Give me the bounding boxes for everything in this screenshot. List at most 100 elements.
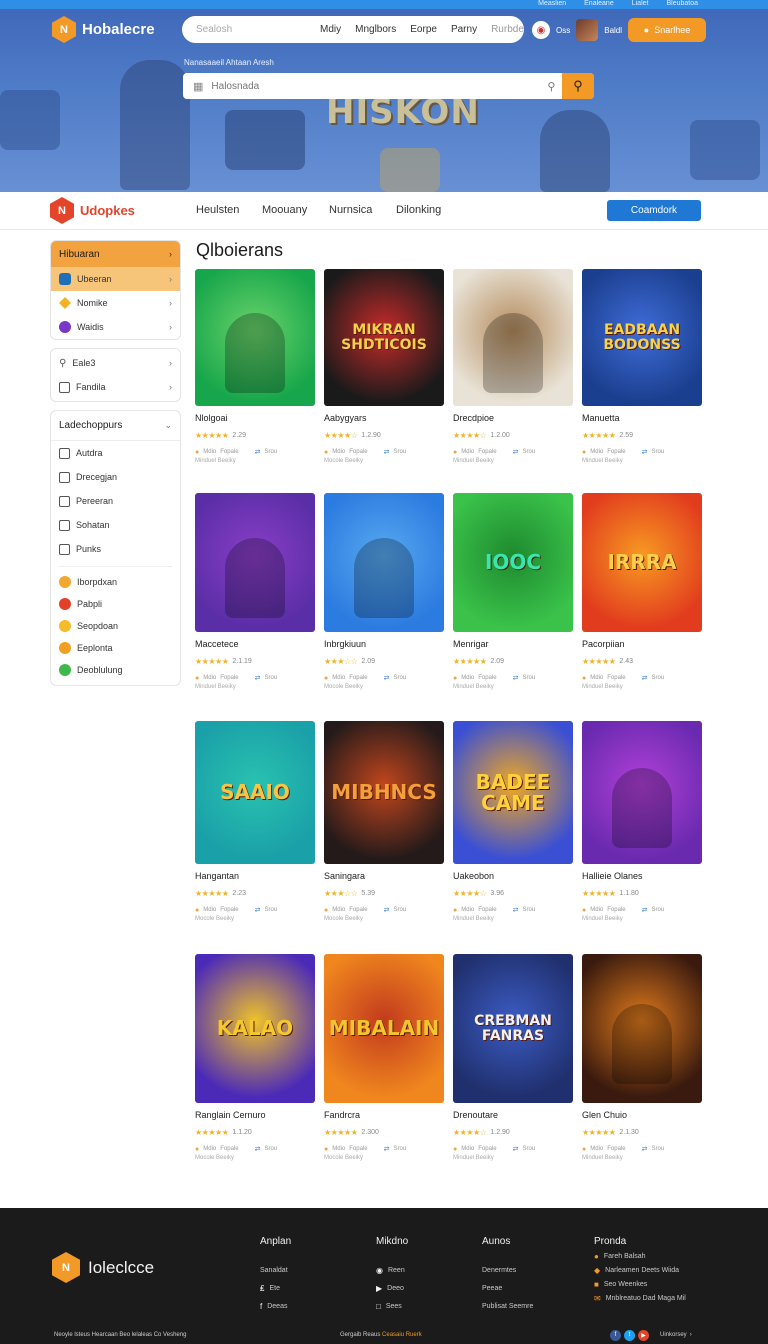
game-title[interactable]: Maccetece <box>195 639 315 651</box>
game-thumbnail[interactable] <box>582 721 702 864</box>
category-item[interactable]: Drecegjan <box>51 465 180 489</box>
primary-action-button[interactable]: Coamdork <box>607 200 701 221</box>
categories-header[interactable]: Ladechoppurs ⌄ <box>51 411 180 441</box>
footer-brand[interactable]: N Ioleclcce <box>52 1252 154 1283</box>
game-thumbnail[interactable]: BADEE CAME <box>453 721 573 864</box>
game-title[interactable]: Manuetta <box>582 413 702 425</box>
footer-link[interactable]: □ Sees <box>376 1297 408 1315</box>
nav-link[interactable]: Mnglbors <box>355 24 396 35</box>
footer-link[interactable]: ● Fareh Balsah <box>594 1249 686 1263</box>
share-icon[interactable]: ⇄ <box>384 1145 390 1153</box>
game-title[interactable]: Glen Chuio <box>582 1110 702 1122</box>
share-icon[interactable]: ⇄ <box>255 1145 261 1153</box>
game-title[interactable]: Menrigar <box>453 639 573 651</box>
secondary-link[interactable]: Moouany <box>262 204 329 216</box>
game-title[interactable]: Saningara <box>324 871 444 883</box>
secondary-link[interactable]: Nurnsica <box>329 204 396 216</box>
site-brand[interactable]: N Hobalecre <box>52 16 155 43</box>
share-icon[interactable]: ⇄ <box>255 906 261 914</box>
game-thumbnail[interactable]: MIBALAIN <box>324 954 444 1103</box>
share-icon[interactable]: ⇄ <box>513 906 519 914</box>
game-thumbnail[interactable] <box>195 269 315 406</box>
search-button[interactable]: ⚲ <box>562 73 594 99</box>
footer-link[interactable]: Publisat Seemre <box>482 1297 533 1315</box>
nav-link[interactable]: Eorpe <box>410 24 437 35</box>
category-item[interactable]: Sohatan <box>51 513 180 537</box>
game-title[interactable]: Hangantan <box>195 871 315 883</box>
avatar[interactable] <box>576 19 599 41</box>
game-card[interactable]: Inbrgkiuun ★★★☆☆ 2.09 ● Mdio Fopale ⇄ Srou Mocol… <box>324 493 444 693</box>
share-icon[interactable]: ⇄ <box>642 1145 648 1153</box>
footer-link[interactable]: Denermtes <box>482 1261 533 1279</box>
nav-link[interactable]: Mdiy <box>320 24 341 35</box>
share-icon[interactable]: ⇄ <box>384 674 390 682</box>
secondary-link[interactable]: Dilonking <box>396 204 466 216</box>
twitter-icon[interactable]: t <box>624 1329 635 1341</box>
game-card[interactable]: Nlolgoai ★★★★★ 2.29 ● Mdio Fopale ⇄ Srou Minduel… <box>195 269 315 467</box>
footer-link[interactable]: ◆ Narleamen Deets Wiida <box>594 1263 686 1277</box>
category-item[interactable]: Autdra <box>51 441 180 465</box>
language-selector[interactable]: Uinkorsey <box>660 1332 687 1338</box>
game-title[interactable]: Aabygyars <box>324 413 444 425</box>
game-thumbnail[interactable]: IOOC <box>453 493 573 632</box>
signup-button[interactable]: ● Snarlhee <box>628 18 706 42</box>
share-icon[interactable]: ⇄ <box>384 448 390 456</box>
search-input[interactable] <box>211 80 542 92</box>
sidebar-item[interactable]: Nomike › <box>51 291 180 315</box>
game-title[interactable]: Drecdpioe <box>453 413 573 425</box>
game-card[interactable]: CREBMAN FANRAS Drenoutare ★★★★☆ 1.2.90 ● Mdio… <box>453 954 573 1164</box>
game-thumbnail[interactable]: EADBAAN BODONSS <box>582 269 702 406</box>
game-thumbnail[interactable] <box>195 493 315 632</box>
game-title[interactable]: Drenoutare <box>453 1110 573 1122</box>
game-card[interactable]: Maccetece ★★★★★ 2.1.19 ● Mdio Fopale ⇄ Srou Mind… <box>195 493 315 693</box>
game-title[interactable]: Fandrcra <box>324 1110 444 1122</box>
bottom-link-highlight[interactable]: Ceasaiu Ruerk <box>382 1332 422 1338</box>
game-card[interactable]: Hallieie Olanes ★★★★★ 1.1.80 ● Mdio Fopale ⇄ Sr… <box>582 721 702 925</box>
game-title[interactable]: Ranglain Cernuro <box>195 1110 315 1122</box>
footer-link[interactable]: ₤ Ete <box>260 1279 291 1297</box>
game-card[interactable]: MIKRAN SHDTICOIS Aabygyars ★★★★☆ 1.2.90 ● Mdi… <box>324 269 444 467</box>
game-card[interactable]: IRRRA Pacorpiian ★★★★★ 2.43 ● Mdio Fopale ⇄ Srou… <box>582 493 702 693</box>
tag-item[interactable]: Eeplonta <box>51 637 180 659</box>
youtube-icon[interactable]: ▶ <box>638 1329 649 1341</box>
share-icon[interactable]: ⇄ <box>513 674 519 682</box>
bottom-link[interactable]: Gergaib Reaus <box>340 1332 380 1338</box>
footer-link[interactable]: ■ Seo Weenkes <box>594 1277 686 1291</box>
tag-item[interactable]: Deoblulung <box>51 659 180 681</box>
game-thumbnail[interactable]: MIKRAN SHDTICOIS <box>324 269 444 406</box>
user-name[interactable]: Baldl <box>604 26 622 35</box>
game-card[interactable]: MIBALAIN Fandrcra ★★★★★ 2.300 ● Mdio Fopale ⇄ Sr… <box>324 954 444 1164</box>
nav-link[interactable]: Parny <box>451 24 477 35</box>
game-title[interactable]: Pacorpiian <box>582 639 702 651</box>
featured-header[interactable]: Hibuaran › <box>51 241 180 267</box>
facebook-icon[interactable]: f <box>610 1329 621 1341</box>
footer-link[interactable]: f Deeas <box>260 1297 291 1315</box>
share-icon[interactable]: ⇄ <box>642 674 648 682</box>
share-icon[interactable]: ⇄ <box>642 906 648 914</box>
game-thumbnail[interactable]: CREBMAN FANRAS <box>453 954 573 1103</box>
top-link[interactable]: Bleubatoa <box>666 0 698 8</box>
secondary-brand[interactable]: N Udopkes <box>50 197 135 224</box>
game-thumbnail[interactable] <box>582 954 702 1103</box>
sidebar-item[interactable]: Ubeeran › <box>51 267 180 291</box>
game-card[interactable]: Drecdpioe ★★★★☆ 1.2.00 ● Mdio Fopale ⇄ Srou Mind… <box>453 269 573 467</box>
game-thumbnail[interactable] <box>453 269 573 406</box>
game-thumbnail[interactable]: SAAIO <box>195 721 315 864</box>
game-card[interactable]: MIBHNCS Saningara ★★★☆☆ 5.39 ● Mdio Fopale ⇄ Sro… <box>324 721 444 925</box>
share-icon[interactable]: ⇄ <box>255 674 261 682</box>
top-link[interactable]: Enaleane <box>584 0 614 8</box>
top-link[interactable]: Lialet <box>632 0 649 8</box>
share-icon[interactable]: ⇄ <box>255 448 261 456</box>
game-title[interactable]: Hallieie Olanes <box>582 871 702 883</box>
notification-icon[interactable]: ◉ <box>532 21 550 39</box>
share-icon[interactable]: ⇄ <box>642 448 648 456</box>
footer-link[interactable]: ✉ Mnblreatuo Dad Maga Mil <box>594 1291 686 1305</box>
nav-link[interactable]: Rurbde <box>491 24 524 35</box>
game-card[interactable]: IOOC Menrigar ★★★★★ 2.09 ● Mdio Fopale ⇄ Srou Min… <box>453 493 573 693</box>
game-thumbnail[interactable]: KALAO <box>195 954 315 1103</box>
footer-link[interactable]: ◉ Reen <box>376 1261 408 1279</box>
tag-item[interactable]: Iborpdxan <box>51 571 180 593</box>
game-thumbnail[interactable]: MIBHNCS <box>324 721 444 864</box>
sidebar-item[interactable]: Waidis › <box>51 315 180 339</box>
footer-link[interactable]: Sanaldat <box>260 1261 291 1279</box>
